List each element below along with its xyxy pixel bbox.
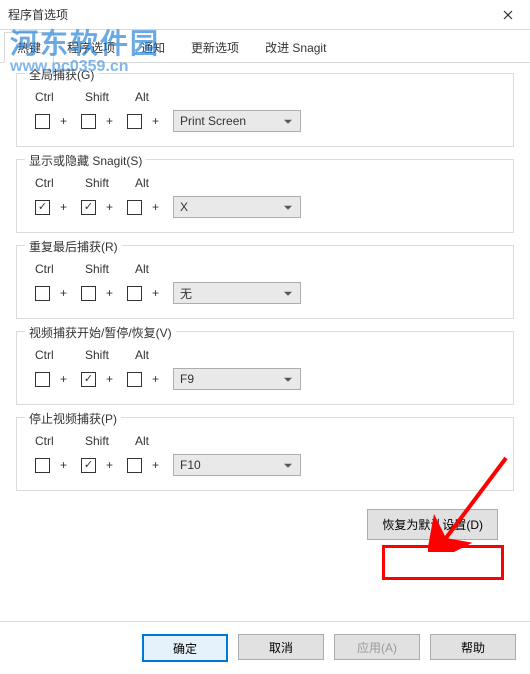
ctrl-checkbox[interactable]	[35, 200, 50, 215]
window-title: 程序首选项	[8, 6, 68, 23]
plus: +	[96, 286, 121, 300]
tab-program-options[interactable]: 程序选项	[54, 32, 128, 63]
alt-checkbox[interactable]	[127, 200, 142, 215]
restore-defaults-button[interactable]: 恢复为默认设置(D)	[367, 509, 498, 540]
content: 全局捕获(G) Ctrl Shift Alt + + + Print Scree…	[0, 63, 530, 540]
plus: +	[142, 286, 167, 300]
tab-improve-snagit[interactable]: 改进 Snagit	[252, 32, 339, 63]
alt-checkbox[interactable]	[127, 458, 142, 473]
plus: +	[50, 372, 75, 386]
close-icon	[503, 10, 513, 20]
ctrl-label: Ctrl	[29, 90, 79, 104]
plus: +	[50, 286, 75, 300]
ctrl-label: Ctrl	[29, 262, 79, 276]
ctrl-label: Ctrl	[29, 434, 79, 448]
legend: 视频捕获开始/暂停/恢复(V)	[25, 324, 176, 341]
key-select[interactable]: X	[173, 196, 301, 218]
plus: +	[50, 114, 75, 128]
alt-label: Alt	[129, 90, 179, 104]
key-select[interactable]: F10	[173, 454, 301, 476]
close-button[interactable]	[485, 0, 530, 30]
shift-checkbox[interactable]	[81, 458, 96, 473]
plus: +	[142, 200, 167, 214]
plus: +	[96, 458, 121, 472]
tab-hotkeys[interactable]: 热键	[4, 32, 54, 63]
key-value: 无	[180, 285, 192, 302]
tab-notifications[interactable]: 通知	[128, 32, 178, 63]
button-bar: 确定 取消 应用(A) 帮助	[0, 621, 530, 662]
plus: +	[50, 200, 75, 214]
shift-checkbox[interactable]	[81, 114, 96, 129]
fieldset-show-hide: 显示或隐藏 Snagit(S) Ctrl Shift Alt + + + X	[16, 159, 514, 233]
key-select[interactable]: F9	[173, 368, 301, 390]
ctrl-checkbox[interactable]	[35, 372, 50, 387]
ctrl-checkbox[interactable]	[35, 286, 50, 301]
key-value: F10	[180, 458, 201, 472]
alt-label: Alt	[129, 262, 179, 276]
key-select[interactable]: 无	[173, 282, 301, 304]
cancel-button[interactable]: 取消	[238, 634, 324, 660]
legend: 重复最后捕获(R)	[25, 238, 122, 255]
ctrl-checkbox[interactable]	[35, 458, 50, 473]
ok-button[interactable]: 确定	[142, 634, 228, 662]
key-select[interactable]: Print Screen	[173, 110, 301, 132]
plus: +	[142, 372, 167, 386]
fieldset-video-start-pause: 视频捕获开始/暂停/恢复(V) Ctrl Shift Alt + + + F9	[16, 331, 514, 405]
shift-label: Shift	[79, 90, 129, 104]
plus: +	[96, 114, 121, 128]
key-value: Print Screen	[180, 114, 246, 128]
shift-label: Shift	[79, 262, 129, 276]
alt-label: Alt	[129, 176, 179, 190]
legend: 显示或隐藏 Snagit(S)	[25, 152, 146, 169]
legend: 全局捕获(G)	[25, 66, 98, 83]
tab-update-options[interactable]: 更新选项	[178, 32, 252, 63]
callout-box	[382, 545, 504, 580]
ctrl-label: Ctrl	[29, 348, 79, 362]
alt-checkbox[interactable]	[127, 286, 142, 301]
alt-checkbox[interactable]	[127, 114, 142, 129]
shift-label: Shift	[79, 348, 129, 362]
plus: +	[50, 458, 75, 472]
fieldset-repeat-last: 重复最后捕获(R) Ctrl Shift Alt + + + 无	[16, 245, 514, 319]
plus: +	[96, 372, 121, 386]
key-value: F9	[180, 372, 194, 386]
shift-label: Shift	[79, 176, 129, 190]
apply-button: 应用(A)	[334, 634, 420, 660]
help-button[interactable]: 帮助	[430, 634, 516, 660]
alt-label: Alt	[129, 348, 179, 362]
key-value: X	[180, 200, 188, 214]
ctrl-checkbox[interactable]	[35, 114, 50, 129]
fieldset-video-stop: 停止视频捕获(P) Ctrl Shift Alt + + + F10	[16, 417, 514, 491]
legend: 停止视频捕获(P)	[25, 410, 121, 427]
plus: +	[142, 114, 167, 128]
plus: +	[96, 200, 121, 214]
ctrl-label: Ctrl	[29, 176, 79, 190]
titlebar: 程序首选项	[0, 0, 530, 30]
plus: +	[142, 458, 167, 472]
shift-label: Shift	[79, 434, 129, 448]
tabs: 热键 程序选项 通知 更新选项 改进 Snagit	[0, 32, 530, 63]
shift-checkbox[interactable]	[81, 286, 96, 301]
alt-checkbox[interactable]	[127, 372, 142, 387]
fieldset-global-capture: 全局捕获(G) Ctrl Shift Alt + + + Print Scree…	[16, 73, 514, 147]
shift-checkbox[interactable]	[81, 200, 96, 215]
alt-label: Alt	[129, 434, 179, 448]
shift-checkbox[interactable]	[81, 372, 96, 387]
